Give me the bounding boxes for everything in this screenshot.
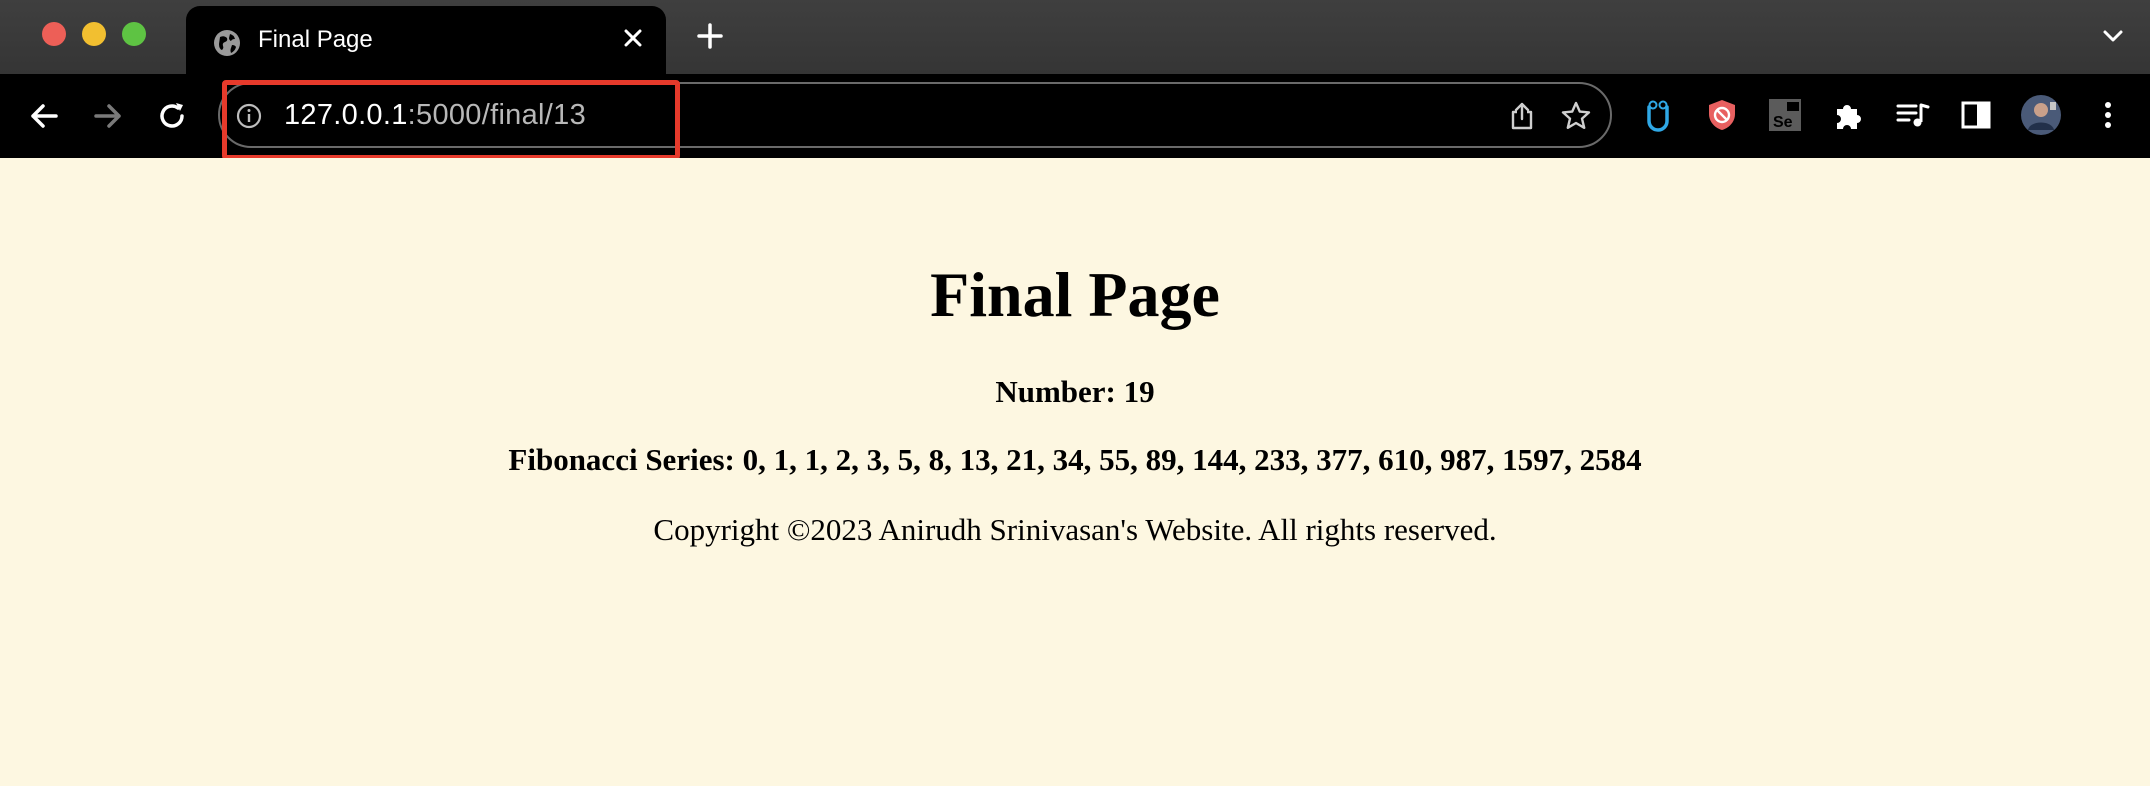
url-host: 127.0.0.1	[284, 99, 408, 131]
tab-title: Final Page	[258, 26, 373, 53]
number-line: Number: 19	[995, 374, 1155, 409]
star-icon[interactable]	[1560, 100, 1592, 132]
url-path: :5000/final/13	[407, 99, 586, 131]
copyright-text: Copyright ©2023 Anirudh Srinivasan's Web…	[653, 512, 1497, 547]
tab-strip: Final Page	[0, 0, 2150, 74]
selenium-extension-icon[interactable]: Se	[1767, 97, 1803, 133]
minimize-window-button[interactable]	[82, 22, 106, 46]
close-tab-icon[interactable]	[618, 23, 648, 53]
svg-text:Se: Se	[1773, 114, 1793, 131]
media-icon[interactable]	[1895, 97, 1931, 133]
close-window-button[interactable]	[42, 22, 66, 46]
back-arrow-icon[interactable]	[26, 98, 62, 134]
puzzle-icon[interactable]	[1831, 97, 1867, 133]
fibonacci-series-line: Fibonacci Series: 0, 1, 1, 2, 3, 5, 8, 1…	[508, 442, 1642, 477]
info-icon[interactable]	[236, 103, 262, 129]
owl-extension-icon[interactable]	[1640, 97, 1676, 133]
reload-icon[interactable]	[154, 98, 190, 134]
page-content: Final Page Number: 19 Fibonacci Series: …	[0, 158, 2150, 786]
maximize-window-button[interactable]	[122, 22, 146, 46]
forward-arrow-icon[interactable]	[90, 98, 126, 134]
share-icon[interactable]	[1508, 101, 1536, 131]
globe-icon	[214, 30, 240, 56]
url-text[interactable]: 127.0.0.1:5000/final/13	[284, 99, 586, 132]
address-bar[interactable]: 127.0.0.1:5000/final/13	[218, 82, 1612, 148]
page-title: Final Page	[930, 259, 1220, 330]
chevron-down-icon[interactable]	[2102, 28, 2124, 44]
browser-window: Final Page 127.0.0.1:5000/final/13 Se Fi…	[0, 0, 2150, 786]
copyright-footer: Copyright ©2023 Anirudh Srinivasan's Web…	[0, 512, 2150, 548]
new-tab-icon[interactable]	[696, 22, 724, 50]
shield-extension-icon[interactable]	[1704, 97, 1740, 133]
side-panel-icon[interactable]	[1958, 97, 1994, 133]
more-menu-icon[interactable]	[2090, 97, 2126, 133]
profile-avatar[interactable]	[2020, 94, 2062, 136]
browser-toolbar: 127.0.0.1:5000/final/13	[0, 74, 2150, 158]
tab-final-page[interactable]: Final Page	[186, 6, 666, 74]
